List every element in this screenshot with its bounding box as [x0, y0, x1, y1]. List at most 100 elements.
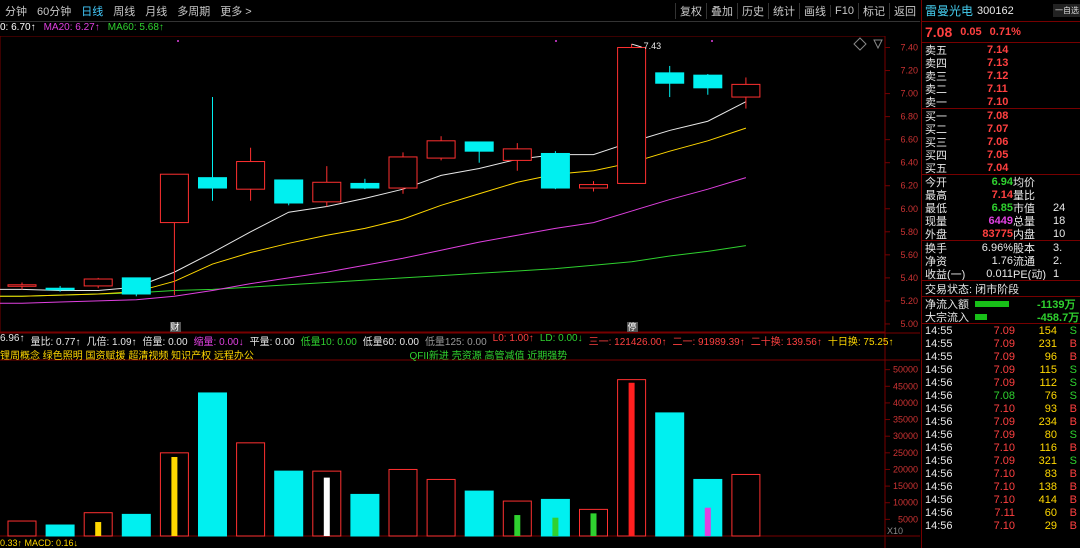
tick-row[interactable]: 14:55 7.09 96 B [922, 350, 1080, 363]
stat-value-2: 10 [1053, 227, 1066, 240]
toolbar-button-4[interactable]: 画线 [799, 2, 830, 19]
tick-row[interactable]: 14:55 7.09 231 B [922, 337, 1080, 350]
triangle-down-icon[interactable] [873, 39, 883, 50]
toolbar-button-6[interactable]: 标记 [858, 2, 889, 19]
volume-bar[interactable] [198, 392, 227, 537]
candle-body[interactable] [350, 182, 380, 189]
volume-bar[interactable] [388, 468, 418, 537]
volume-bar[interactable] [7, 520, 37, 537]
tick-volume: 96 [1044, 350, 1057, 363]
volume-bar[interactable] [274, 470, 304, 537]
volume-bar[interactable] [426, 478, 456, 537]
candle-body[interactable] [83, 278, 113, 287]
stock-code: 300162 [977, 4, 1014, 17]
candle-body[interactable] [655, 72, 685, 84]
candle-body[interactable] [45, 287, 75, 291]
candle-body[interactable] [274, 179, 304, 204]
tick-row[interactable]: 14:56 7.11 60 B [922, 506, 1080, 519]
volume-bar[interactable] [464, 490, 494, 537]
tick-row[interactable]: 14:56 7.10 83 B [922, 467, 1080, 480]
tick-side: B [1069, 506, 1077, 519]
period-tab-1[interactable]: 60分钟 [32, 3, 76, 19]
stat-row: 收益(一) 0.011 PE(动) 1 [922, 267, 1080, 281]
period-tab-4[interactable]: 月线 [140, 3, 172, 19]
volume-bar[interactable] [45, 524, 75, 537]
toolbar-button-0[interactable]: 复权 [675, 2, 706, 19]
tick-price: 7.10 [993, 493, 1015, 506]
halt-mark[interactable]: 停 [627, 321, 636, 333]
tick-list[interactable]: 14:55 7.09 154 S 14:55 7.09 231 B 14:55 7.09 96 B 14… [922, 323, 1080, 532]
stat-value-2: 18 [1053, 214, 1066, 227]
tick-row[interactable]: 14:56 7.08 76 S [922, 389, 1080, 402]
price-axis-label: 6.20 [900, 181, 918, 191]
toolbar-button-2[interactable]: 历史 [737, 2, 768, 19]
tick-row[interactable]: 14:56 7.09 234 B [922, 415, 1080, 428]
tick-row[interactable]: 14:56 7.10 93 B [922, 402, 1080, 415]
tick-row[interactable]: 14:56 7.09 321 S [922, 454, 1080, 467]
period-tab-5[interactable]: 多周期 [172, 3, 215, 19]
candle-body[interactable] [540, 152, 570, 189]
tick-time: 14:56 [925, 415, 953, 428]
candle-body[interactable] [731, 83, 761, 98]
candle-body[interactable] [579, 184, 608, 189]
tick-price: 7.09 [993, 376, 1015, 389]
tick-row[interactable]: 14:56 7.09 115 S [922, 363, 1080, 376]
indicator-legend-item: 十日换: 75.25↑ [827, 337, 894, 348]
candle-body[interactable] [236, 161, 266, 190]
candle-body[interactable] [464, 141, 494, 152]
tick-row[interactable]: 14:56 7.10 116 B [922, 441, 1080, 454]
period-tab-2[interactable]: 日线 [76, 3, 108, 19]
tick-side: B [1069, 350, 1077, 363]
period-tab-3[interactable]: 周线 [108, 3, 140, 19]
candle-body[interactable] [693, 74, 723, 89]
volume-bar[interactable] [236, 442, 266, 537]
stat-value: 6449 [988, 214, 1013, 227]
tick-row[interactable]: 14:56 7.09 112 S [922, 376, 1080, 389]
tick-time: 14:56 [925, 376, 953, 389]
kline-chart[interactable]: 7.40 7.20 7.00 6.80 6.60 6.40 6.20 6.00 5.80 5.60… [0, 36, 920, 548]
volume-highlight-bar [95, 522, 102, 536]
candle-body[interactable] [121, 277, 151, 295]
tick-row[interactable]: 14:56 7.10 414 B [922, 493, 1080, 506]
candle-body[interactable] [426, 140, 456, 159]
ask-level[interactable]: 卖一 7.10 [922, 95, 1080, 109]
tick-row[interactable]: 14:56 7.10 138 B [922, 480, 1080, 493]
candle-body[interactable] [7, 284, 37, 287]
price-axis-label: 6.80 [900, 112, 918, 122]
candle-body[interactable] [617, 47, 647, 184]
candle-body[interactable] [198, 177, 227, 189]
tick-row[interactable]: 14:56 7.09 80 S [922, 428, 1080, 441]
toolbar-button-7[interactable]: 返回 [889, 2, 920, 19]
volume-bar[interactable] [350, 493, 380, 537]
vol-axis-label: 45000 [893, 381, 918, 391]
candle-body[interactable] [312, 181, 342, 203]
last-price: 7.08 [925, 24, 953, 40]
volume-bar[interactable] [121, 513, 151, 537]
toolbar-button-3[interactable]: 统计 [768, 2, 799, 19]
volume-bar[interactable] [731, 473, 761, 537]
chart-toolbar: 分钟 60分钟 日线 周线 月线 多周期 更多 > 复权 叠加 历史 统计 画线 F10 标记 返回 [0, 0, 920, 22]
tick-row[interactable]: 14:56 7.10 29 B [922, 519, 1080, 532]
event-dot [177, 40, 179, 42]
toolbar-button-5[interactable]: F10 [830, 4, 858, 17]
tick-row[interactable]: 14:55 7.09 154 S [922, 324, 1080, 337]
vol-axis-label: 50000 [893, 365, 918, 375]
candle-body[interactable] [388, 156, 418, 189]
period-tab-6[interactable]: 更多 > [215, 3, 256, 19]
toolbar-button-1[interactable]: 叠加 [706, 2, 737, 19]
indicator-legend-item: 倍量: 0.00 [142, 337, 188, 348]
concept-tags-right[interactable]: QFII新进 壳资源 高管减值 近期强势 [409, 351, 567, 362]
concept-tags-left[interactable]: 锂周概念 绿色照明 国资赋援 超清视频 知识产权 远程办公 [0, 351, 254, 362]
volume-bar[interactable] [655, 412, 685, 537]
bid-level[interactable]: 买五 7.04 [922, 161, 1080, 175]
price-axis-label: 5.80 [900, 227, 918, 237]
diamond-icon[interactable] [853, 37, 867, 51]
tick-volume: 80 [1044, 428, 1057, 441]
period-tab-0[interactable]: 分钟 [0, 3, 32, 19]
add-watchlist-button[interactable]: 一自选 [1053, 4, 1080, 17]
candle-body[interactable] [502, 148, 532, 161]
indicator-legend-item: 三一: 121426.00↑ [588, 337, 667, 348]
tick-time: 14:55 [925, 324, 953, 337]
candle-body[interactable] [159, 173, 189, 224]
finance-mark[interactable]: 财 [170, 321, 179, 333]
